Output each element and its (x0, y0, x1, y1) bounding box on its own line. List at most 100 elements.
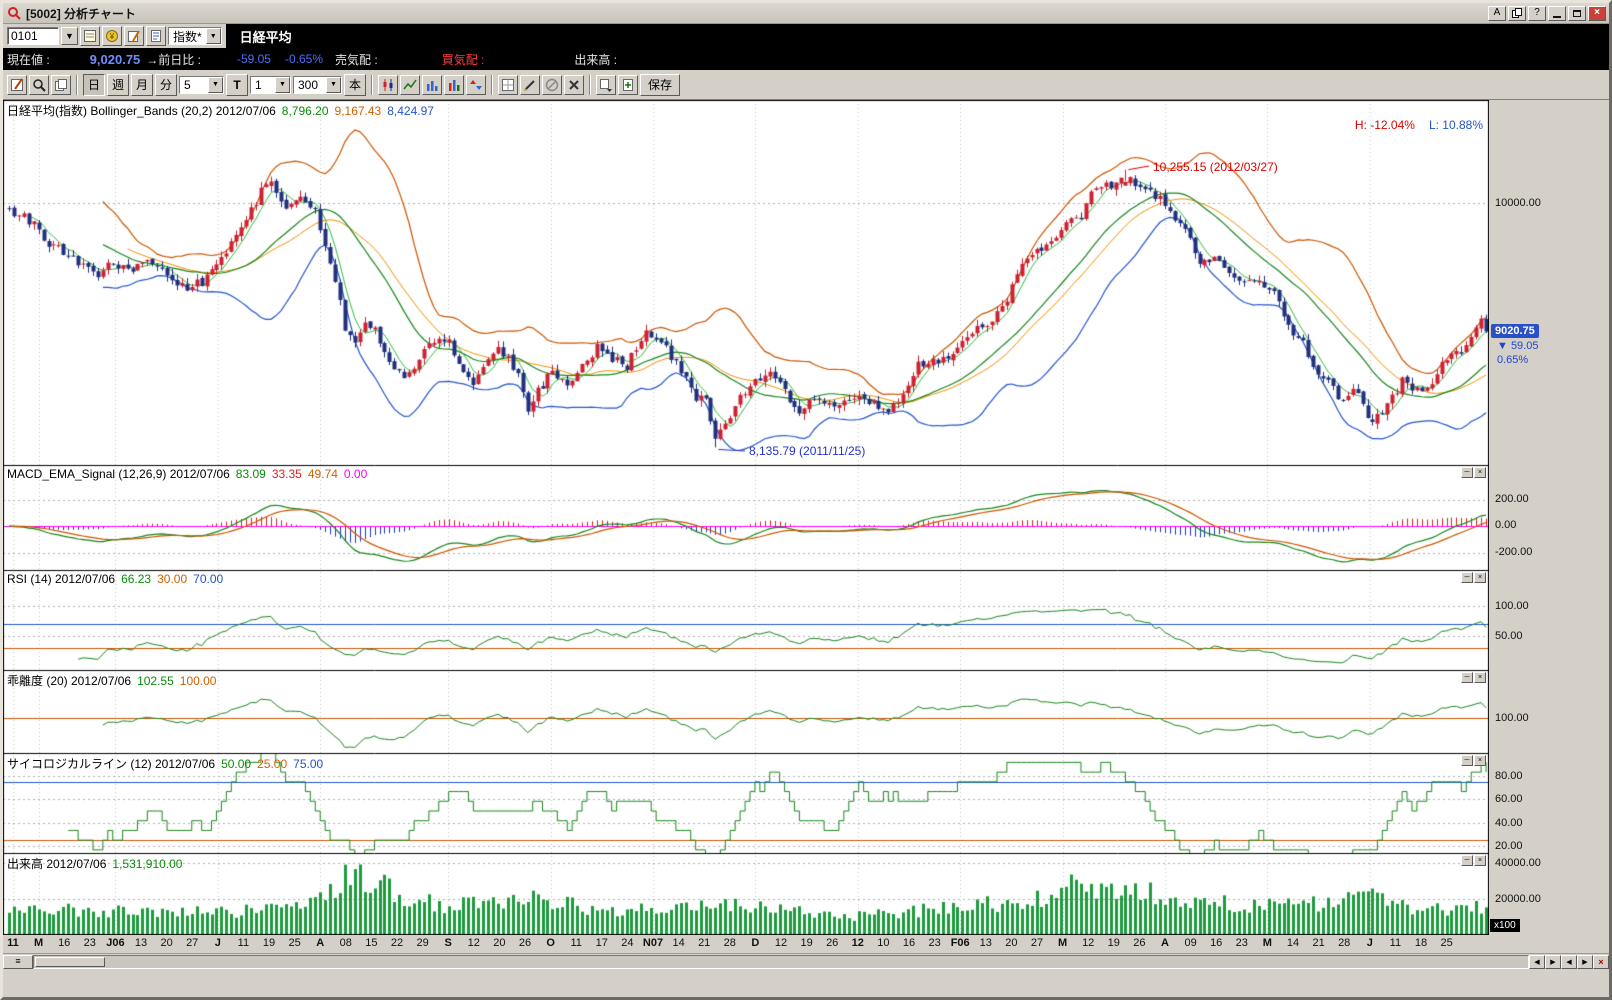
macd-axis-0: 0.00 (1495, 519, 1516, 531)
period-minute-button[interactable]: 分 (155, 74, 177, 96)
chart-canvas[interactable] (3, 100, 1489, 935)
minimize-button[interactable] (1548, 6, 1566, 21)
line-chart-icon[interactable] (400, 75, 420, 95)
close-button[interactable]: × (1588, 6, 1606, 21)
panel-close-icon[interactable]: × (1474, 855, 1486, 866)
page-left-button[interactable]: ◀ (1561, 955, 1577, 969)
x-axis-label: 17 (589, 937, 615, 949)
delete-drawing-icon[interactable] (564, 75, 584, 95)
x-axis-label: 19 (1101, 937, 1127, 949)
chevron-down-icon: ▼ (275, 77, 290, 93)
scroll-left-button[interactable]: ◀ (1529, 955, 1545, 969)
symbol-code-input[interactable] (7, 27, 59, 45)
x-axis-label: 26 (819, 937, 845, 949)
current-price-label: 現在値 : (7, 51, 50, 68)
symbol-strip: 日経平均 (226, 24, 1609, 48)
chart-region: 日経平均(指数) Bollinger_Bands (20,2) 2012/07/… (3, 100, 1609, 968)
grid-icon[interactable] (498, 75, 518, 95)
horizontal-scrollbar: ≡ ◀ ▶ ◀ ▶ × (3, 953, 1609, 969)
scrollbar-thumb[interactable] (35, 957, 105, 967)
psych-axis-80: 80.00 (1495, 770, 1523, 782)
draw-pen-icon[interactable] (520, 75, 540, 95)
code-dropdown-button[interactable]: ▼ (61, 27, 78, 45)
x-axis-label: 15 (358, 937, 384, 949)
x-axis-label: 13 (128, 937, 154, 949)
help-button[interactable]: ? (1528, 6, 1546, 21)
x-axis-label: 20 (998, 937, 1024, 949)
save-button[interactable]: 保存 (640, 74, 680, 96)
bar-count-select[interactable]: 300▼ (293, 76, 342, 94)
edit-memo-icon[interactable] (124, 26, 144, 46)
x-axis-label: 16 (1203, 937, 1229, 949)
separator (491, 75, 493, 95)
x-axis-label: 12 (1075, 937, 1101, 949)
scrollbar-close-button[interactable]: × (1593, 955, 1609, 969)
page-right-button[interactable]: ▶ (1577, 955, 1593, 969)
rsi-axis-100: 100.00 (1495, 600, 1529, 612)
panel-close-icon[interactable]: × (1474, 755, 1486, 766)
panel-close-icon[interactable]: × (1474, 572, 1486, 583)
panel-minimize-icon[interactable]: ─ (1461, 755, 1473, 766)
x-axis-label: 12 (768, 937, 794, 949)
panel-minimize-icon[interactable]: ─ (1461, 572, 1473, 583)
x-axis-label: 27 (1024, 937, 1050, 949)
separator (76, 75, 78, 95)
x-axis-label: 12 (845, 937, 871, 949)
minimize-icon (1553, 16, 1561, 18)
scrollbar-track[interactable] (33, 955, 1529, 969)
zoom-icon[interactable] (29, 75, 49, 95)
new-page-icon[interactable] (618, 75, 638, 95)
note-page-icon[interactable] (146, 26, 166, 46)
edit-chart-icon[interactable] (7, 75, 27, 95)
scroll-right-button[interactable]: ▶ (1545, 955, 1561, 969)
category-value: 指数* (169, 28, 206, 45)
x-axis-label: J06 (102, 937, 128, 949)
x-axis-label: J (1357, 937, 1383, 949)
x-axis-label: 12 (461, 937, 487, 949)
period-weekly-button[interactable]: 週 (107, 74, 129, 96)
font-size-button[interactable]: A (1488, 6, 1506, 21)
volume-chart-icon[interactable] (444, 75, 464, 95)
updown-arrows-icon[interactable] (466, 75, 486, 95)
restore-button[interactable] (1568, 6, 1586, 21)
splitter-grip[interactable]: ≡ (3, 955, 33, 969)
registered-list-icon[interactable] (80, 26, 100, 46)
panel-minimize-icon[interactable]: ─ (1461, 855, 1473, 866)
panel-close-icon[interactable]: × (1474, 672, 1486, 683)
panel-close-icon[interactable]: × (1474, 467, 1486, 478)
x-axis-label: S (435, 937, 461, 949)
period-param-select[interactable]: 5▼ (179, 76, 224, 94)
copy-chart-icon[interactable] (51, 75, 71, 95)
current-price-tag-change: ▼ 59.05 (1497, 340, 1538, 352)
chevron-down-icon: ▼ (206, 28, 221, 44)
gold-coin-icon[interactable]: ¥ (102, 26, 122, 46)
layout-select-icon[interactable] (596, 75, 616, 95)
x-axis-label: N07 (640, 937, 666, 949)
macd-axis-neg200: -200.00 (1495, 546, 1532, 558)
svg-text:¥: ¥ (109, 32, 115, 41)
title-bar[interactable]: [5002] 分析チャート A ? × (3, 3, 1609, 24)
x-axis-label: 11 (1382, 937, 1408, 949)
tick-mode-button[interactable]: T (226, 74, 248, 96)
price-change-value: -59.05 (237, 52, 271, 66)
panel-minimize-icon[interactable]: ─ (1461, 467, 1473, 478)
separator (589, 75, 591, 95)
category-select[interactable]: 指数*▼ (168, 27, 222, 45)
period-daily-button[interactable]: 日 (83, 74, 105, 96)
app-logo-icon (6, 5, 22, 21)
bar-unit-button[interactable]: 本 (344, 74, 366, 96)
tick-param-select[interactable]: 1▼ (250, 76, 291, 94)
erase-icon[interactable] (542, 75, 562, 95)
x-axis-label: A (1152, 937, 1178, 949)
period-monthly-button[interactable]: 月 (131, 74, 153, 96)
copy-window-button[interactable] (1508, 6, 1526, 21)
kairi-panel-controls: ─× (1461, 672, 1486, 683)
bar-chart-icon[interactable] (422, 75, 442, 95)
current-price-tag-percent: 0.65% (1497, 354, 1528, 366)
x-axis-label: 23 (922, 937, 948, 949)
candlestick-chart-icon[interactable] (378, 75, 398, 95)
restore-icon (1573, 10, 1581, 17)
x-axis-label: 23 (1229, 937, 1255, 949)
chart-toolbar: 日 週 月 分 5▼ T 1▼ 300▼ 本 保存 (3, 70, 1609, 100)
panel-minimize-icon[interactable]: ─ (1461, 672, 1473, 683)
